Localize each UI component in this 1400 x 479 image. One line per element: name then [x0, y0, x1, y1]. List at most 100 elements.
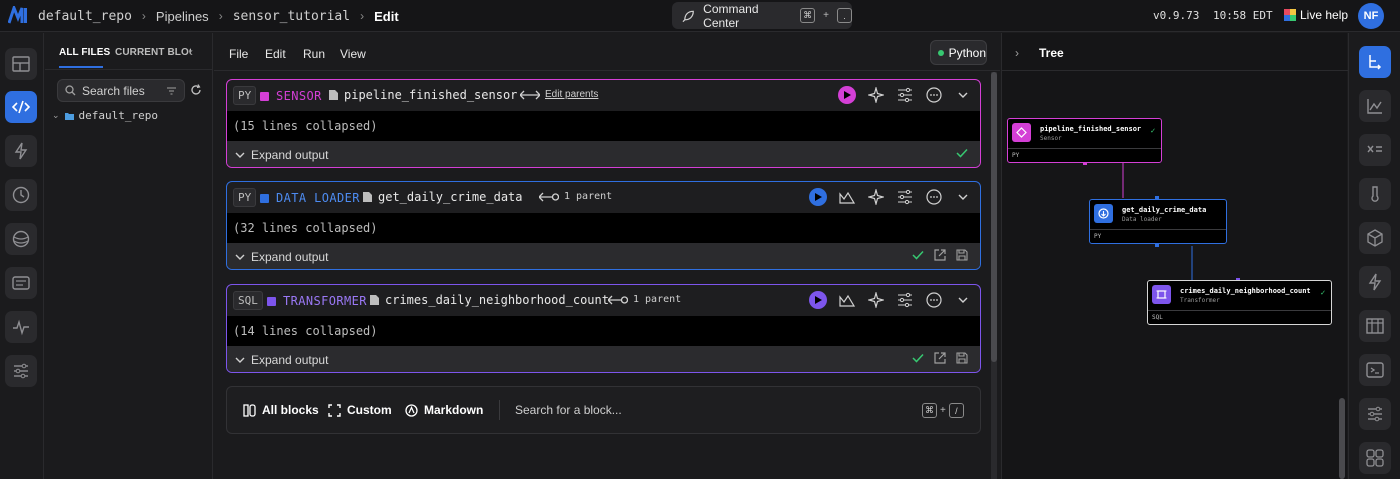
parents-link[interactable]: 1 parent: [539, 191, 612, 202]
ai-sparkle-icon[interactable]: [866, 85, 885, 104]
check-icon: ✓: [1150, 128, 1156, 135]
extensions-icon[interactable]: [1359, 442, 1391, 474]
data-loader-icon: [1094, 204, 1113, 223]
breadcrumb-pipeline[interactable]: sensor_tutorial: [233, 9, 350, 24]
search-files-input[interactable]: Search files: [57, 79, 185, 102]
run-block-button[interactable]: [809, 290, 827, 309]
chevron-down-icon[interactable]: [953, 290, 972, 309]
edit-parents-link[interactable]: Edit parents: [520, 89, 598, 100]
file-icon: [329, 90, 338, 100]
custom-block-button[interactable]: Custom: [328, 403, 392, 417]
block-settings-icon[interactable]: [895, 187, 914, 206]
more-options-icon[interactable]: [924, 290, 943, 309]
breadcrumb-pipelines[interactable]: Pipelines: [156, 9, 209, 24]
file-tree-root[interactable]: ⌄ default_repo: [52, 109, 158, 122]
ai-sparkle-icon[interactable]: [866, 290, 885, 309]
settings-sliders-nav-icon[interactable]: [5, 355, 37, 387]
run-block-button[interactable]: [809, 187, 827, 206]
markdown-block-button[interactable]: Markdown: [405, 403, 483, 417]
file-icon: [363, 192, 372, 202]
menu-file[interactable]: File: [229, 47, 248, 61]
mage-logo-icon[interactable]: [8, 6, 28, 24]
block-actions: [838, 85, 972, 104]
run-block-button[interactable]: [838, 85, 856, 104]
block-name[interactable]: crimes_daily_neighborhood_count: [370, 293, 609, 307]
chevron-right-icon: ›: [218, 9, 223, 23]
block-search-input[interactable]: Search for a block...: [515, 403, 622, 417]
block-color-square: [260, 193, 269, 203]
version-label: v0.9.73: [1153, 9, 1200, 22]
block-actions: [809, 290, 972, 309]
block-sensor[interactable]: PY SENSOR pipeline_finished_sensor Edit …: [226, 79, 981, 168]
block-transformer[interactable]: SQL TRANSFORMER crimes_daily_neighborhoo…: [226, 284, 981, 373]
block-name[interactable]: pipeline_finished_sensor: [329, 88, 517, 102]
chevron-left-icon[interactable]: ‹: [189, 45, 193, 59]
pipelines-nav-icon[interactable]: [5, 48, 37, 80]
collapsed-code[interactable]: (14 lines collapsed): [227, 316, 980, 346]
tree-view-icon[interactable]: [1359, 46, 1391, 78]
cube-icon[interactable]: [1359, 222, 1391, 254]
terminal-icon[interactable]: [1359, 354, 1391, 386]
divider: [499, 400, 500, 420]
custom-label: Custom: [347, 403, 392, 417]
tree-node-sensor[interactable]: pipeline_finished_sensor Sensor ✓ PY: [1007, 118, 1162, 163]
right-tools-rail: [1348, 33, 1400, 479]
expand-output-bar[interactable]: Expand output: [227, 243, 980, 269]
chevron-down-icon[interactable]: [953, 187, 972, 206]
save-icon[interactable]: [956, 352, 968, 364]
menu-edit[interactable]: Edit: [265, 47, 286, 61]
all-blocks-button[interactable]: All blocks: [243, 403, 319, 417]
filter-icon[interactable]: [167, 87, 176, 95]
more-options-icon[interactable]: [924, 85, 943, 104]
parents-link[interactable]: 1 parent: [608, 294, 681, 305]
editor-scrollbar[interactable]: [991, 72, 997, 479]
monitor-nav-icon[interactable]: [5, 311, 37, 343]
block-type: DATA LOADER: [260, 191, 360, 205]
open-external-icon[interactable]: [934, 249, 946, 261]
logs-nav-icon[interactable]: [5, 267, 37, 299]
chart-icon[interactable]: [837, 187, 856, 206]
triggers-nav-icon[interactable]: [5, 135, 37, 167]
shortcut-char: /: [948, 403, 964, 418]
table-icon[interactable]: [1359, 310, 1391, 342]
runs-clock-nav-icon[interactable]: [5, 179, 37, 211]
block-settings-icon[interactable]: [895, 85, 914, 104]
tab-current-block[interactable]: CURRENT BLOCK: [115, 47, 191, 58]
menu-run[interactable]: Run: [303, 47, 325, 61]
breadcrumb-repo[interactable]: default_repo: [38, 9, 132, 24]
add-block-bar: All blocks Custom Markdown Search for a …: [226, 386, 981, 434]
charts-icon[interactable]: [1359, 90, 1391, 122]
live-help-link[interactable]: Live help: [1284, 8, 1348, 22]
node-lang: PY: [1012, 152, 1020, 159]
tree-node-transformer[interactable]: crimes_daily_neighborhood_count Transfor…: [1147, 280, 1332, 325]
avatar[interactable]: NF: [1358, 3, 1384, 29]
more-options-icon[interactable]: [924, 187, 943, 206]
expand-output-bar[interactable]: Expand output: [227, 346, 980, 372]
block-name[interactable]: get_daily_crime_data: [363, 190, 523, 204]
open-external-icon[interactable]: [934, 352, 946, 364]
kernel-language-badge[interactable]: Python: [930, 40, 987, 65]
expand-output-bar[interactable]: Expand output: [227, 141, 980, 167]
tree-scrollbar-thumb[interactable]: [1339, 398, 1345, 479]
thermometer-icon[interactable]: [1359, 178, 1391, 210]
code-editor-nav-icon[interactable]: [5, 91, 37, 123]
lightning-icon[interactable]: [1359, 266, 1391, 298]
block-settings-icon[interactable]: [895, 290, 914, 309]
settings-sliders-icon[interactable]: [1359, 398, 1391, 430]
block-data-loader[interactable]: PY DATA LOADER get_daily_crime_data 1 pa…: [226, 181, 981, 270]
ai-sparkle-icon[interactable]: [866, 187, 885, 206]
tree-node-data-loader[interactable]: get_daily_crime_data Data loader PY: [1089, 199, 1227, 244]
chart-icon[interactable]: [837, 290, 856, 309]
breadcrumb: default_repo › Pipelines › sensor_tutori…: [38, 0, 399, 32]
menu-view[interactable]: View: [340, 47, 366, 61]
editor-scrollbar-thumb[interactable]: [991, 72, 997, 362]
command-center-button[interactable]: Command Center ⌘ + .: [672, 2, 852, 30]
tab-all-files[interactable]: ALL FILES: [59, 47, 110, 58]
variables-icon[interactable]: [1359, 134, 1391, 166]
refresh-icon[interactable]: [190, 84, 202, 96]
collapsed-code[interactable]: (32 lines collapsed): [227, 213, 980, 243]
collapsed-code[interactable]: (15 lines collapsed): [227, 111, 980, 141]
chevron-down-icon[interactable]: [953, 85, 972, 104]
backfills-nav-icon[interactable]: [5, 223, 37, 255]
save-icon[interactable]: [956, 249, 968, 261]
